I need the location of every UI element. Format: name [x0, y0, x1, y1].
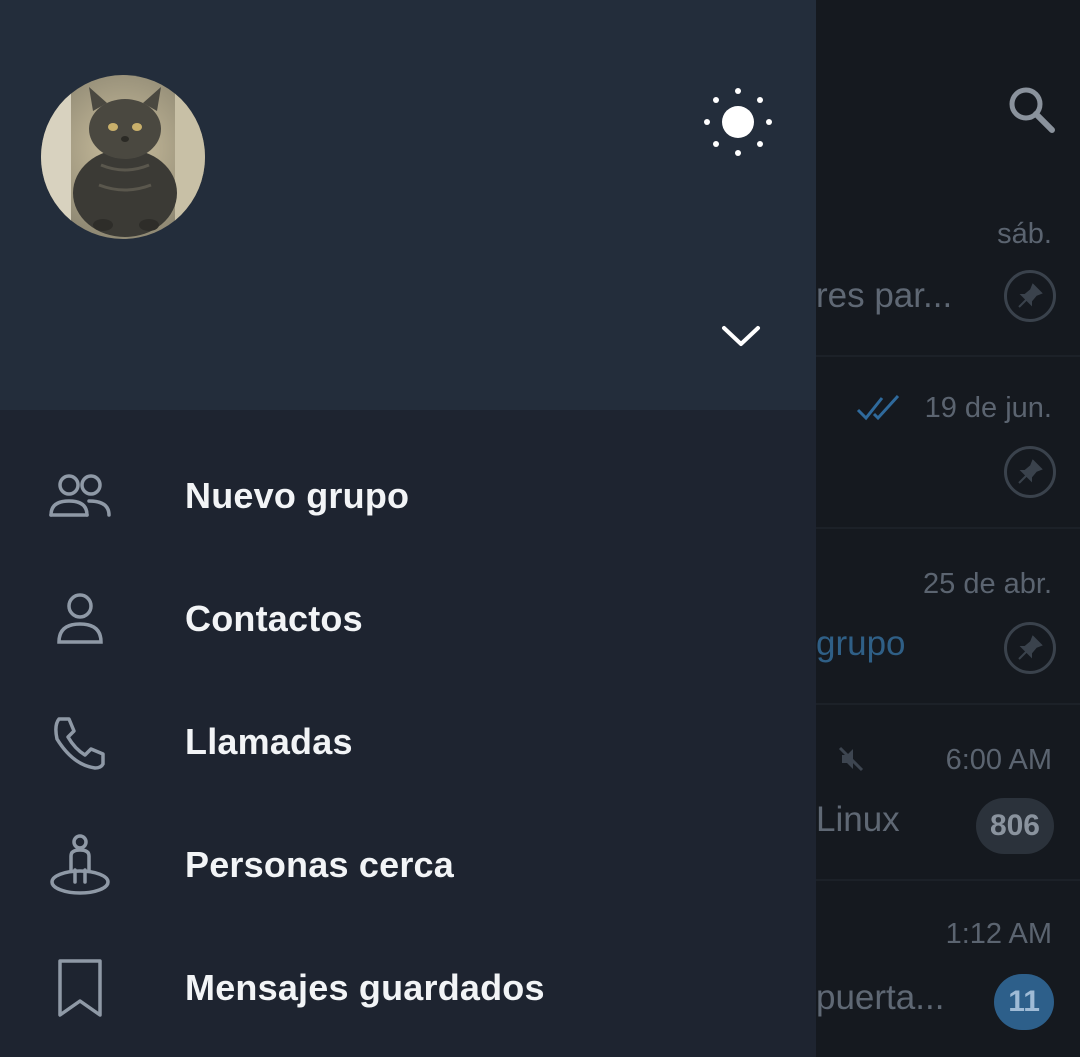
chat-preview: grupo — [816, 624, 906, 663]
menu-label: Personas cerca — [185, 843, 454, 885]
chat-row[interactable]: 6:00 AM Linux 806 — [816, 704, 1080, 881]
pin-icon — [1004, 270, 1056, 322]
menu-item-calls[interactable]: Llamadas — [0, 680, 816, 803]
chat-row[interactable]: 25 de abr. grupo — [816, 528, 1080, 705]
menu-label: Contactos — [185, 597, 363, 639]
drawer-menu: Nuevo grupo Contactos Llamadas Personas … — [0, 434, 816, 1049]
pin-icon — [1004, 446, 1056, 498]
chat-time: 1:12 AM — [945, 918, 1052, 950]
menu-item-people-nearby[interactable]: Personas cerca — [0, 803, 816, 926]
new-group-icon — [45, 461, 115, 531]
unread-count-badge: 11 — [994, 974, 1054, 1030]
chat-time: 19 de jun. — [924, 392, 1052, 424]
menu-item-saved-messages[interactable]: Mensajes guardados — [0, 926, 816, 1049]
menu-label: Nuevo grupo — [185, 474, 410, 516]
chat-row[interactable]: 19 de jun. — [816, 352, 1080, 529]
contacts-icon — [45, 584, 115, 654]
chevron-down-icon[interactable] — [712, 310, 770, 362]
chat-preview: Linux — [816, 800, 900, 839]
double-check-icon — [856, 394, 900, 421]
unread-count-badge: 806 — [975, 798, 1054, 854]
phone-icon — [45, 707, 115, 777]
search-icon[interactable] — [1000, 78, 1064, 142]
menu-label: Llamadas — [185, 720, 353, 762]
chat-row[interactable]: sáb. res par... — [816, 180, 1080, 357]
menu-label: Mensajes guardados — [185, 966, 545, 1008]
avatar[interactable] — [41, 75, 205, 239]
muted-icon — [838, 746, 864, 772]
chat-time: 25 de abr. — [923, 568, 1052, 600]
people-nearby-icon — [45, 830, 115, 900]
menu-item-contacts[interactable]: Contactos — [0, 557, 816, 680]
menu-item-new-group[interactable]: Nuevo grupo — [0, 434, 816, 557]
chat-preview: res par... — [816, 276, 953, 315]
pin-icon — [1004, 622, 1056, 674]
bookmark-icon — [45, 953, 115, 1023]
chat-preview: puerta... — [816, 978, 945, 1017]
chat-time: sáb. — [997, 218, 1052, 250]
chat-row[interactable]: 1:12 AM puerta... 11 — [816, 880, 1080, 1055]
sun-icon[interactable] — [700, 84, 776, 160]
chat-time: 6:00 AM — [945, 744, 1052, 776]
drawer-header — [0, 0, 816, 410]
navigation-drawer: Nuevo grupo Contactos Llamadas Personas … — [0, 0, 816, 1057]
